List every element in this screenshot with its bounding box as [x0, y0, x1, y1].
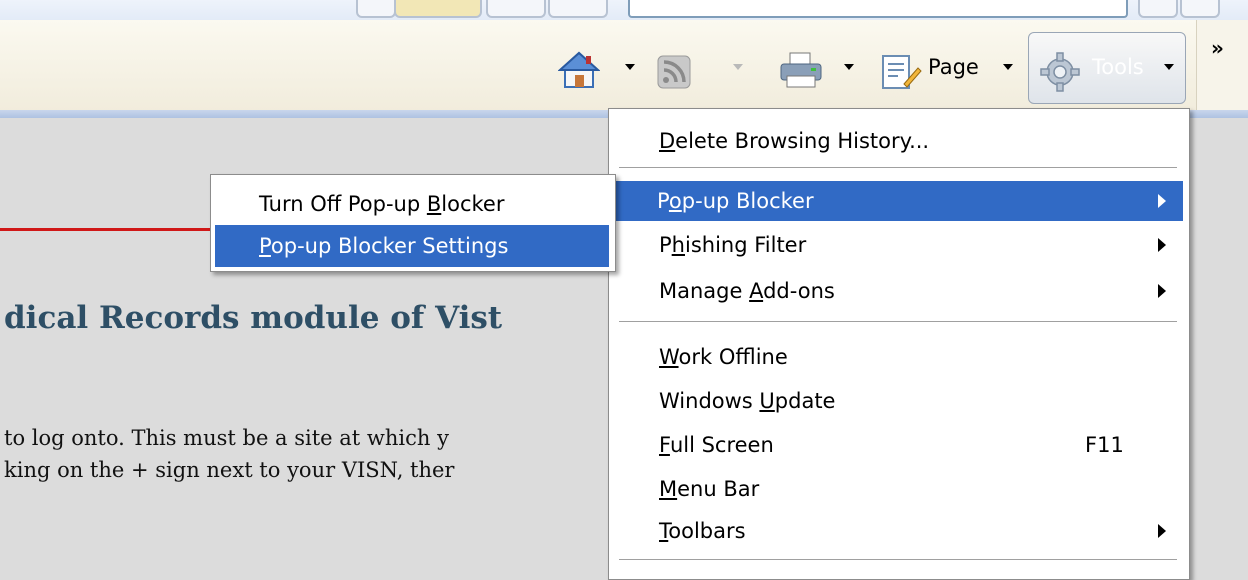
feeds-icon [657, 55, 691, 89]
menu-item-turn-off-popup-blocker[interactable]: Turn Off Pop-up Blocker [211, 183, 613, 225]
home-icon [558, 51, 600, 88]
menu-item-popup-blocker[interactable]: Pop-up Blocker [615, 181, 1183, 221]
accel-key: A [749, 279, 764, 303]
accel-key: U [759, 389, 775, 413]
page-button[interactable] [880, 52, 922, 92]
printer-icon [780, 52, 822, 88]
gear-icon [1040, 52, 1080, 92]
search-box[interactable] [628, 0, 1128, 18]
tools-label[interactable]: Tools [1092, 55, 1144, 79]
menu-separator [619, 321, 1177, 323]
page-heading: dical Records module of Vist [4, 300, 503, 336]
home-button[interactable] [558, 50, 600, 90]
feeds-dropdown-arrow [733, 64, 743, 70]
top-toolbar-strip [0, 0, 1248, 21]
accel-key: o [668, 189, 682, 213]
page-label[interactable]: Page [928, 55, 979, 79]
accel-key: T [659, 519, 669, 543]
feeds-button[interactable] [656, 52, 692, 92]
accel-key: D [659, 129, 676, 153]
body-text-line: to log onto. This must be a site at whic… [4, 426, 449, 450]
submenu-arrow-icon [1158, 194, 1166, 208]
accel-key: F [659, 433, 670, 457]
menu-item-popup-blocker-settings[interactable]: Pop-up Blocker Settings [215, 225, 609, 267]
print-button[interactable] [778, 50, 824, 90]
toolbar-button[interactable] [356, 0, 396, 18]
command-bar-overflow[interactable] [1196, 20, 1248, 112]
menu-shortcut: F11 [1085, 433, 1124, 457]
red-rule [0, 228, 210, 231]
menu-item-work-offline[interactable]: Work Offline [609, 337, 1187, 377]
accel-key: B [426, 192, 442, 216]
page-icon [882, 55, 922, 89]
popup-blocker-submenu: Turn Off Pop-up Blocker Pop-up Blocker S… [210, 174, 616, 272]
home-dropdown-arrow[interactable] [625, 64, 635, 70]
accel-key: M [659, 477, 678, 501]
accel-key: W [659, 345, 679, 369]
menu-item-delete-browsing-history[interactable]: Delete Browsing History... [609, 121, 1187, 161]
submenu-arrow-icon [1158, 284, 1166, 298]
more-commands-chevron[interactable]: » [1211, 36, 1224, 60]
tools-menu: Delete Browsing History... Pop-up Blocke… [608, 108, 1190, 580]
toolbar-button[interactable] [1180, 0, 1220, 18]
menu-item-manage-add-ons[interactable]: Manage Add-ons [609, 271, 1187, 311]
page-dropdown-arrow[interactable] [1003, 64, 1013, 70]
menu-separator [619, 167, 1177, 169]
accel-key: P [259, 234, 271, 258]
submenu-arrow-icon [1158, 524, 1166, 538]
favorites-button[interactable] [394, 0, 482, 18]
menu-item-windows-update[interactable]: Windows Update [609, 381, 1187, 421]
menu-item-phishing-filter[interactable]: Phishing Filter [609, 225, 1187, 265]
submenu-arrow-icon [1158, 238, 1166, 252]
print-dropdown-arrow[interactable] [844, 64, 854, 70]
toolbar-button[interactable] [548, 0, 608, 18]
body-text-line: king on the + sign next to your VISN, th… [4, 458, 455, 482]
accel-key: h [671, 233, 685, 257]
menu-separator [619, 559, 1177, 561]
toolbar-button[interactable] [1138, 0, 1178, 18]
menu-item-toolbars[interactable]: Toolbars [609, 511, 1187, 551]
tools-dropdown-arrow[interactable] [1164, 64, 1174, 70]
menu-item-full-screen[interactable]: Full Screen F11 [609, 425, 1187, 465]
menu-item-menu-bar[interactable]: Menu Bar [609, 469, 1187, 509]
toolbar-button[interactable] [486, 0, 546, 18]
